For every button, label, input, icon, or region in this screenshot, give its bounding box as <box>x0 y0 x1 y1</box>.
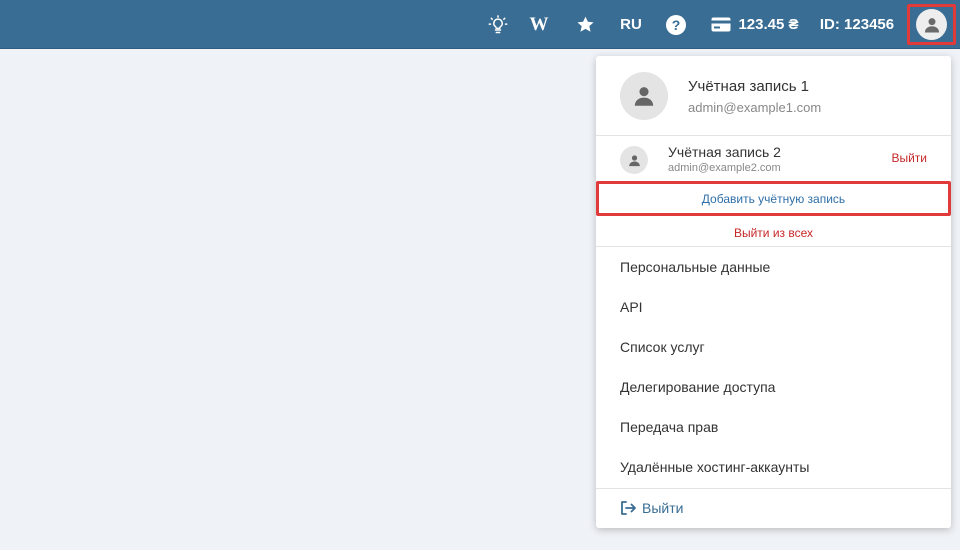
language-label: RU <box>620 16 642 33</box>
help-icon[interactable]: ? <box>664 0 688 49</box>
logout-all-button[interactable]: Выйти из всех <box>596 219 951 247</box>
balance-value: 123.45 ₴ <box>738 16 799 33</box>
current-account: Учётная запись 1 admin@example1.com <box>596 56 951 136</box>
wiki-icon[interactable]: W <box>527 0 551 49</box>
language-switcher[interactable]: RU <box>616 0 646 49</box>
user-id-value: ID: 123456 <box>819 16 895 33</box>
menu-item-personal-data[interactable]: Персональные данные <box>596 247 951 287</box>
account-menu: Персональные данные API Список услуг Дел… <box>596 247 951 487</box>
other-account-email: admin@example2.com <box>668 162 781 174</box>
menu-item-rights-transfer[interactable]: Передача прав <box>596 407 951 447</box>
other-account[interactable]: Учётная запись 2 admin@example2.com Выйт… <box>596 137 951 181</box>
divider <box>596 488 951 489</box>
account-menu-button[interactable] <box>907 4 956 45</box>
logout-button[interactable]: Выйти <box>620 496 683 520</box>
avatar <box>620 146 648 174</box>
account-dropdown: Учётная запись 1 admin@example1.com Учёт… <box>596 56 951 528</box>
avatar <box>620 72 668 120</box>
lightbulb-icon[interactable] <box>486 0 510 49</box>
add-account-button[interactable]: Добавить учётную запись <box>596 181 951 216</box>
top-navbar: W RU ? 123.45 ₴ ID: 123456 <box>0 0 960 49</box>
credit-card-icon <box>711 17 731 32</box>
user-icon <box>628 154 640 166</box>
current-account-name: Учётная запись 1 <box>688 78 810 95</box>
menu-item-api[interactable]: API <box>596 287 951 327</box>
user-id: ID: 123456 <box>818 0 896 49</box>
user-avatar-icon <box>916 9 947 40</box>
wiki-label: W <box>529 13 549 35</box>
user-icon <box>634 87 654 106</box>
sign-out-icon <box>620 501 636 515</box>
menu-item-access-delegation[interactable]: Делегирование доступа <box>596 367 951 407</box>
menu-item-remote-hosting[interactable]: Удалённые хостинг-аккаунты <box>596 447 951 487</box>
balance-button[interactable]: 123.45 ₴ <box>710 0 800 49</box>
help-label: ? <box>666 14 686 35</box>
current-account-email: admin@example1.com <box>688 100 822 115</box>
star-icon[interactable] <box>573 0 597 49</box>
menu-item-services[interactable]: Список услуг <box>596 327 951 367</box>
other-account-logout-button[interactable]: Выйти <box>891 151 927 165</box>
logout-label: Выйти <box>642 500 684 516</box>
other-account-name: Учётная запись 2 <box>668 144 781 160</box>
